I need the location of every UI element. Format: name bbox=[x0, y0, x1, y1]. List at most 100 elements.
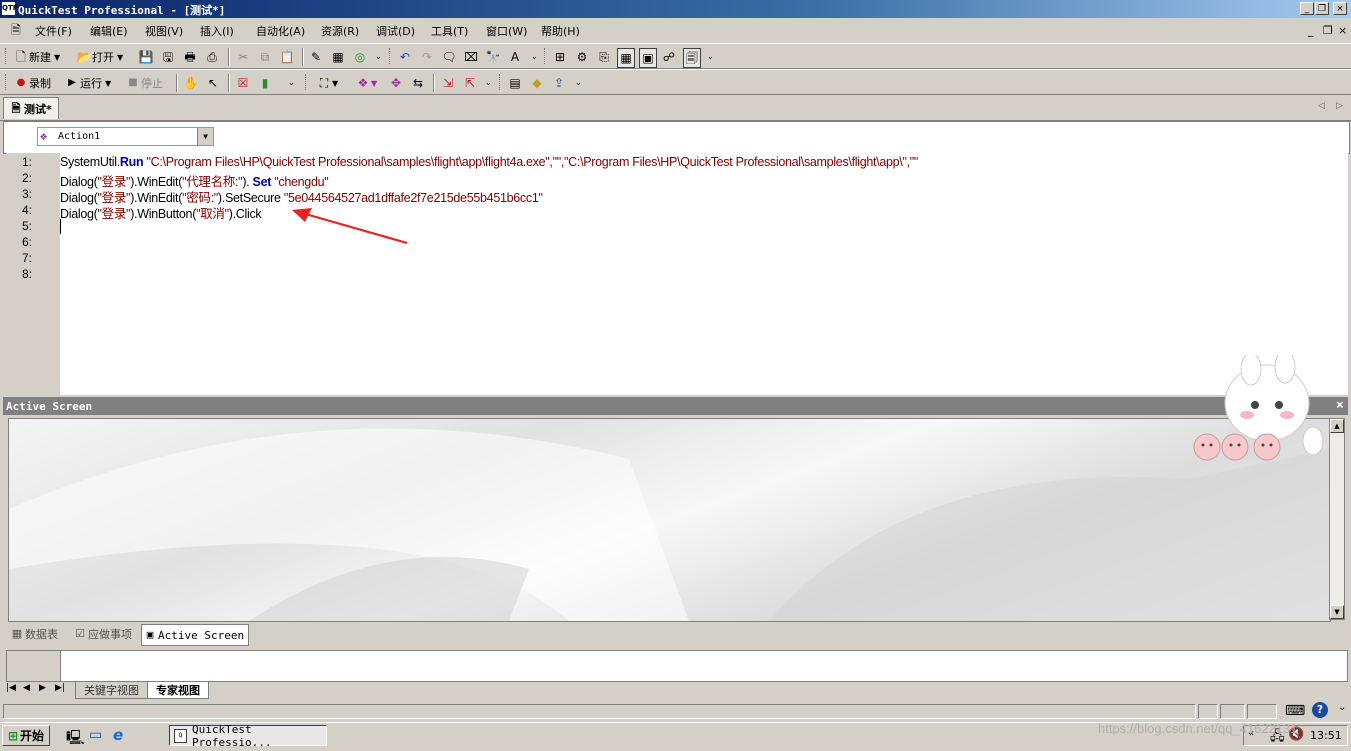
toolbar-overflow-icon[interactable]: ⌄ bbox=[531, 52, 538, 61]
step-over-button[interactable]: ⇱ bbox=[462, 74, 478, 92]
data-table-toggle[interactable]: ▦ bbox=[617, 48, 635, 68]
copy-button[interactable]: ⧉ bbox=[257, 48, 273, 66]
tab-active-screen[interactable]: ▣ Active Screen bbox=[141, 624, 250, 646]
find-button[interactable]: 🔭 bbox=[485, 48, 501, 66]
edit-step-button[interactable]: ✎ bbox=[308, 48, 324, 66]
server-manager-icon[interactable]: 🖳 bbox=[66, 727, 85, 751]
next-page-icon[interactable]: ▶ bbox=[39, 683, 46, 693]
save-button[interactable]: 💾 bbox=[138, 48, 154, 66]
scroll-up-icon[interactable]: ▲ bbox=[1330, 419, 1344, 433]
tab-data-table[interactable]: ▦ 数据表 bbox=[9, 624, 58, 644]
toolbar-grip[interactable] bbox=[499, 74, 503, 90]
mdi-close-button[interactable]: × bbox=[1338, 24, 1347, 37]
comment-button[interactable]: 🗨 bbox=[441, 48, 457, 66]
tab-scroll-right-icon[interactable]: ▷ bbox=[1336, 101, 1343, 111]
mdi-restore-button[interactable]: ❐ bbox=[1323, 24, 1333, 37]
active-screen-view[interactable] bbox=[8, 418, 1331, 622]
resources-button[interactable]: ⚙ bbox=[574, 48, 590, 66]
action-selector[interactable]: ❖ Action1 ▼ bbox=[37, 127, 214, 146]
cut-button[interactable]: ✂ bbox=[235, 48, 251, 66]
chevron-down-icon[interactable]: ▼ bbox=[197, 128, 213, 145]
quality-center-button[interactable]: ◆ bbox=[529, 74, 545, 92]
taskbar-item-quicktest[interactable]: Q QuickTest Professio... bbox=[169, 723, 327, 749]
tab-keyword-view[interactable]: 关键字视图 bbox=[75, 682, 148, 699]
tab-expert-view[interactable]: 专家视图 bbox=[147, 682, 209, 699]
toolbar-grip[interactable] bbox=[5, 48, 9, 64]
start-button[interactable]: ⊞ 开始 bbox=[2, 725, 50, 746]
low-level-recording-button[interactable]: ↖ bbox=[205, 74, 221, 92]
line-number: 4: bbox=[21, 203, 32, 217]
undo-button[interactable]: ↶ bbox=[397, 48, 413, 66]
results-button[interactable]: ☒ bbox=[235, 74, 251, 92]
code-line-1[interactable]: SystemUtil.Run "C:\Program Files\HP\Quic… bbox=[60, 155, 918, 169]
debug-viewer-button[interactable]: ☍ bbox=[661, 48, 677, 66]
menu-window[interactable]: 窗口(W) bbox=[486, 23, 527, 39]
menu-automation[interactable]: 自动化(A) bbox=[256, 23, 305, 39]
object-repository-button[interactable]: ▦ bbox=[330, 48, 346, 66]
new-button[interactable]: 🗋 新建 ▼ bbox=[13, 48, 60, 66]
run-button[interactable]: ▶ 运行 ▼ bbox=[64, 74, 111, 92]
toolbar-overflow-icon[interactable]: ⌄ bbox=[288, 78, 295, 87]
menu-resources[interactable]: 资源(R) bbox=[321, 23, 359, 39]
print-preview-button[interactable]: 🖶 bbox=[182, 48, 198, 66]
tab-scroll-left-icon[interactable]: ◁ bbox=[1318, 101, 1325, 111]
toolbar-grip[interactable] bbox=[305, 74, 309, 90]
toolbar-overflow-icon[interactable]: ⌄ bbox=[575, 78, 582, 87]
start-transaction-button[interactable]: ✥ bbox=[388, 74, 404, 92]
toolbar-overflow-icon[interactable]: ⌄ bbox=[485, 78, 492, 87]
information-toggle[interactable]: 🗐 bbox=[683, 48, 701, 68]
insert-checkpoint-button[interactable]: ⛶ ▼ bbox=[316, 74, 338, 92]
save-all-button[interactable]: 🖫 bbox=[160, 48, 176, 66]
redo-button[interactable]: ↷ bbox=[419, 48, 435, 66]
prev-page-icon[interactable]: ◀ bbox=[23, 683, 30, 693]
menu-file[interactable]: 文件(F) bbox=[35, 23, 72, 39]
paste-button[interactable]: 📋 bbox=[279, 48, 295, 66]
code-line-4[interactable]: Dialog("登录").WinButton("取消").Click bbox=[60, 203, 262, 222]
replace-button[interactable]: A bbox=[507, 48, 523, 66]
toolbar-grip[interactable] bbox=[5, 74, 9, 90]
step-into-button[interactable]: ⇲ bbox=[440, 74, 456, 92]
toolbar-overflow-icon[interactable]: ⌄ bbox=[375, 52, 382, 61]
close-icon[interactable]: × bbox=[1336, 398, 1344, 413]
menu-insert[interactable]: 插入(I) bbox=[200, 23, 234, 39]
scroll-down-icon[interactable]: ▼ bbox=[1330, 605, 1344, 619]
restore-button[interactable]: ❐ bbox=[1315, 2, 1329, 15]
document-menu-icon[interactable]: 🗎 bbox=[8, 22, 24, 38]
tab-todo[interactable]: ☑ 应做事项 bbox=[72, 624, 132, 644]
menu-view[interactable]: 视图(V) bbox=[145, 23, 183, 39]
expert-view-editor[interactable]: SystemUtil.Run "C:\Program Files\HP\Quic… bbox=[60, 153, 1348, 395]
active-screen-scrollbar[interactable]: ▲ ▼ bbox=[1329, 418, 1345, 620]
menu-tools[interactable]: 工具(T) bbox=[431, 23, 468, 39]
internet-explorer-icon[interactable]: e bbox=[113, 726, 123, 744]
checkpoint-button[interactable]: ▮ bbox=[257, 74, 273, 92]
uncomment-button[interactable]: ⌧ bbox=[463, 48, 479, 66]
record-button[interactable]: ● 录制 bbox=[13, 74, 51, 92]
spy-button[interactable]: ◎ bbox=[352, 48, 368, 66]
stop-button[interactable]: ■ 停止 bbox=[125, 74, 163, 92]
toolbar-grip[interactable] bbox=[389, 48, 393, 64]
mdi-minimize-button[interactable]: _ bbox=[1308, 24, 1314, 37]
menu-help[interactable]: 帮助(H) bbox=[541, 23, 580, 39]
last-page-icon[interactable]: ▶| bbox=[55, 683, 65, 693]
insert-output-button[interactable]: ❖ ▼ bbox=[355, 74, 378, 92]
upload-button[interactable]: ⇪ bbox=[551, 74, 567, 92]
minimize-button[interactable]: _ bbox=[1300, 2, 1314, 15]
toolbar-overflow-icon[interactable]: ⌄ bbox=[707, 52, 714, 61]
print-button[interactable]: ⎙ bbox=[204, 48, 220, 66]
menu-edit[interactable]: 编辑(E) bbox=[90, 23, 128, 39]
open-button[interactable]: 📂 打开 ▼ bbox=[76, 48, 124, 66]
analog-recording-button[interactable]: ✋ bbox=[183, 74, 199, 92]
chevron-down-icon[interactable]: ⌄ bbox=[1338, 702, 1346, 713]
end-transaction-button[interactable]: ⇆ bbox=[410, 74, 426, 92]
show-desktop-icon[interactable]: ▭ bbox=[89, 727, 102, 743]
toolbar-grip[interactable] bbox=[544, 48, 548, 64]
first-page-icon[interactable]: |◀ bbox=[6, 683, 16, 693]
help-icon[interactable]: ? bbox=[1312, 702, 1328, 718]
tab-test[interactable]: 🗎 测试* bbox=[3, 97, 59, 119]
test-flow-button[interactable]: ⊞ bbox=[552, 48, 568, 66]
properties-button[interactable]: ▤ bbox=[507, 74, 523, 92]
menu-debug[interactable]: 调试(D) bbox=[376, 23, 415, 39]
close-button[interactable]: × bbox=[1333, 2, 1347, 15]
active-screen-toggle[interactable]: ▣ bbox=[639, 48, 657, 68]
available-keywords-button[interactable]: ⎘ bbox=[596, 48, 612, 66]
